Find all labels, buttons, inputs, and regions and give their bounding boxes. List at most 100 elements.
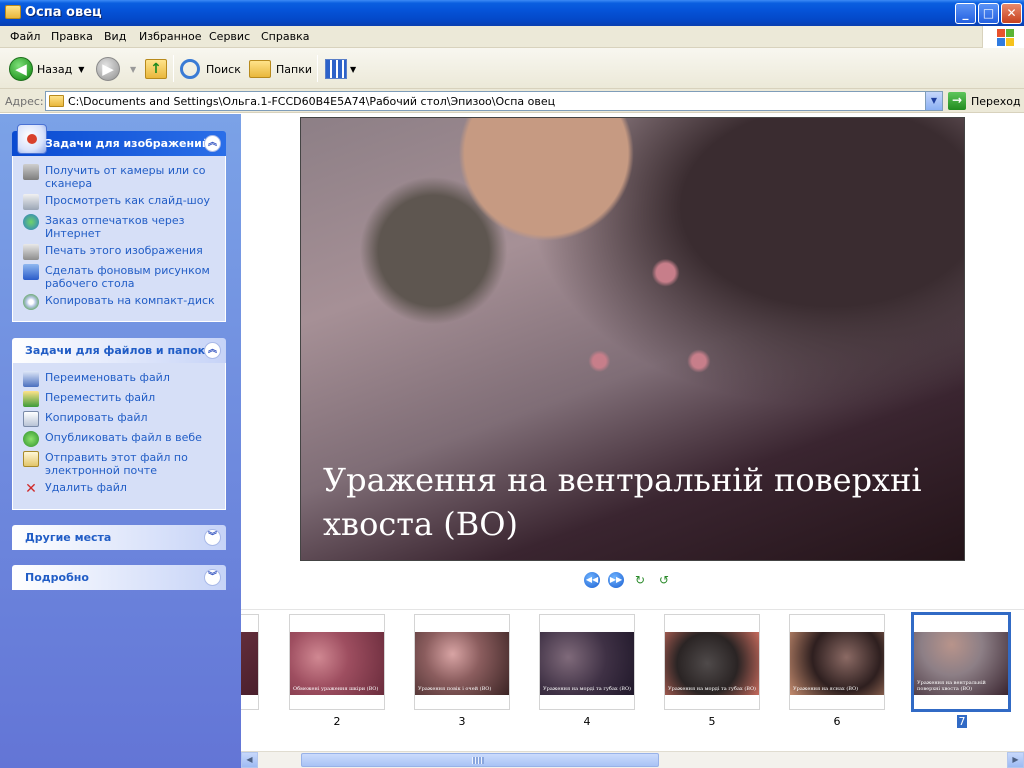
thumbnail[interactable]: Ураження на яснах (ВО)	[789, 614, 885, 710]
thumbnail[interactable]: Ураження повік і очей (ВО)	[414, 614, 510, 710]
image-tasks-header[interactable]: Задачи для изображений ︽	[12, 124, 226, 156]
folders-icon	[249, 60, 271, 78]
forward-dropdown-icon[interactable]: ▼	[130, 65, 136, 74]
preview-image[interactable]: Ураження на вентральній поверхні хвоста …	[300, 117, 965, 561]
address-dropdown-icon[interactable]: ▼	[925, 92, 942, 110]
menu-file[interactable]: Файл	[10, 30, 40, 43]
close-button[interactable]: ✕	[1001, 3, 1022, 24]
preview-controls: ◀◀ ▶▶ ↻ ↺	[584, 572, 680, 588]
next-image-icon[interactable]: ▶▶	[608, 572, 624, 588]
thumbnail-image: Ураження на морді та губах (ВО)	[540, 632, 634, 695]
expand-chevron-icon[interactable]: ︾	[204, 529, 221, 546]
forward-button[interactable]: ▶ ▼	[96, 54, 136, 84]
address-bar: Адрес: C:\Documents and Settings\Ольга.1…	[0, 89, 1024, 113]
task-label: Опубликовать файл в вебе	[45, 431, 202, 444]
menu-help[interactable]: Справка	[261, 30, 309, 43]
menu-bar: Файл Правка Вид Избранное Сервис Справка	[0, 26, 1024, 48]
search-button[interactable]: Поиск	[180, 54, 241, 84]
task-rename-file[interactable]: Переименовать файл	[23, 371, 219, 387]
task-print-image[interactable]: Печать этого изображения	[23, 244, 219, 260]
menu-tools[interactable]: Сервис	[209, 30, 250, 43]
minimize-button[interactable]: _	[955, 3, 976, 24]
folders-button[interactable]: Папки	[249, 54, 312, 84]
folders-label: Папки	[276, 62, 312, 76]
thumbnail-selected[interactable]: Ураження на вентральній поверхні хвоста …	[911, 612, 1011, 712]
thumbnail-caption: Ураження повік і очей (ВО)	[418, 686, 492, 692]
desktop-icon	[23, 264, 39, 280]
window-title: Оспа овец	[25, 5, 102, 20]
menu-favorites[interactable]: Избранное	[139, 30, 201, 43]
task-delete-file[interactable]: ✕ Удалить файл	[23, 481, 219, 497]
go-label: Переход	[971, 94, 1021, 108]
horizontal-scrollbar[interactable]: ◀ ▶	[241, 751, 1024, 768]
other-places-header[interactable]: Другие места ︾	[12, 525, 226, 550]
thumbnail-caption: Ураження на яснах (ВО)	[793, 686, 859, 692]
menu-view[interactable]: Вид	[104, 30, 126, 43]
task-copy-file[interactable]: Копировать файл	[23, 411, 219, 427]
title-bar[interactable]: Оспа овец _ □ ✕	[0, 0, 1024, 26]
rotate-counterclockwise-icon[interactable]: ↺	[656, 572, 672, 588]
rotate-clockwise-icon[interactable]: ↻	[632, 572, 648, 588]
thumbnail-number-selected: 7	[957, 715, 967, 728]
scrollbar-thumb[interactable]	[301, 753, 659, 767]
preview-caption: Ураження на вентральній поверхні хвоста …	[323, 458, 923, 546]
thumbnail[interactable]	[241, 614, 259, 710]
thumbnail-image	[241, 632, 258, 695]
file-tasks-title: Задачи для файлов и папок	[25, 344, 206, 357]
task-slideshow[interactable]: Просмотреть как слайд-шоу	[23, 194, 219, 210]
printer-icon	[23, 244, 39, 260]
up-folder-icon: ↑	[145, 59, 167, 79]
file-tasks-header[interactable]: Задачи для файлов и папок ︽	[12, 338, 226, 363]
move-icon	[23, 391, 39, 407]
thumbnail-image: Обмежені ураження шкіри (ВО)	[290, 632, 384, 695]
back-button[interactable]: ◀ Назад ▼	[9, 54, 84, 84]
thumbnail-caption: Ураження на морді та губах (ВО)	[668, 686, 757, 692]
thumbnail-image: Ураження повік і очей (ВО)	[415, 632, 509, 695]
folder-icon	[5, 5, 21, 19]
previous-image-icon[interactable]: ◀◀	[584, 572, 600, 588]
up-folder-button[interactable]: ↑	[145, 54, 167, 84]
thumbnail[interactable]: Обмежені ураження шкіри (ВО)	[289, 614, 385, 710]
task-copy-to-cd[interactable]: Копировать на компакт-диск	[23, 294, 219, 310]
views-dropdown-icon[interactable]: ▼	[350, 65, 356, 74]
back-dropdown-icon[interactable]: ▼	[78, 65, 84, 74]
maximize-button[interactable]: □	[978, 3, 999, 24]
caption-line-2: хвоста (ВО)	[323, 505, 518, 543]
scroll-left-icon[interactable]: ◀	[241, 752, 258, 768]
task-set-wallpaper[interactable]: Сделать фоновым рисунком рабочего стола	[23, 264, 219, 290]
toolbar-separator	[317, 55, 318, 82]
task-label: Переместить файл	[45, 391, 156, 404]
file-tasks-body: Переименовать файл Переместить файл Копи…	[12, 363, 226, 510]
thumbnail-image: Ураження на вентральній поверхні хвоста …	[914, 632, 1008, 695]
task-label: Переименовать файл	[45, 371, 170, 384]
task-label: Сделать фоновым рисунком рабочего стола	[45, 264, 210, 290]
camera-icon	[23, 164, 39, 180]
toolbar-separator	[173, 55, 174, 82]
views-icon	[325, 59, 347, 79]
menu-edit[interactable]: Правка	[51, 30, 93, 43]
expand-chevron-icon[interactable]: ︾	[204, 569, 221, 586]
task-get-from-camera[interactable]: Получить от камеры или со сканера	[23, 164, 219, 190]
details-header[interactable]: Подробно ︾	[12, 565, 226, 590]
task-publish-web[interactable]: Опубликовать файл в вебе	[23, 431, 219, 447]
go-button[interactable]: → Переход	[948, 91, 1021, 111]
thumbnail-caption: Ураження на вентральній поверхні хвоста …	[917, 680, 986, 692]
thumbnail-number: 2	[333, 715, 341, 728]
thumbnail[interactable]: Ураження на морді та губах (ВО)	[539, 614, 635, 710]
windows-logo-icon	[982, 26, 1024, 48]
folder-icon	[49, 95, 64, 107]
thumbnail[interactable]: Ураження на морді та губах (ВО)	[664, 614, 760, 710]
cd-icon	[23, 294, 39, 310]
thumbnail-number: 5	[708, 715, 716, 728]
collapse-chevron-icon[interactable]: ︽	[204, 135, 221, 152]
task-move-file[interactable]: Переместить файл	[23, 391, 219, 407]
task-email-file[interactable]: Отправить этот файл по электронной почте	[23, 451, 219, 477]
scroll-grip-icon	[472, 757, 484, 764]
address-path[interactable]: C:\Documents and Settings\Ольга.1-FCCD60…	[68, 95, 555, 108]
views-button[interactable]: ▼	[325, 54, 356, 84]
address-input[interactable]: C:\Documents and Settings\Ольга.1-FCCD60…	[45, 91, 943, 111]
task-order-prints[interactable]: Заказ отпечатков через Интернет	[23, 214, 219, 240]
task-pane: Задачи для изображений ︽ Получить от кам…	[0, 114, 241, 768]
scroll-right-icon[interactable]: ▶	[1007, 752, 1024, 768]
collapse-chevron-icon[interactable]: ︽	[204, 342, 221, 359]
